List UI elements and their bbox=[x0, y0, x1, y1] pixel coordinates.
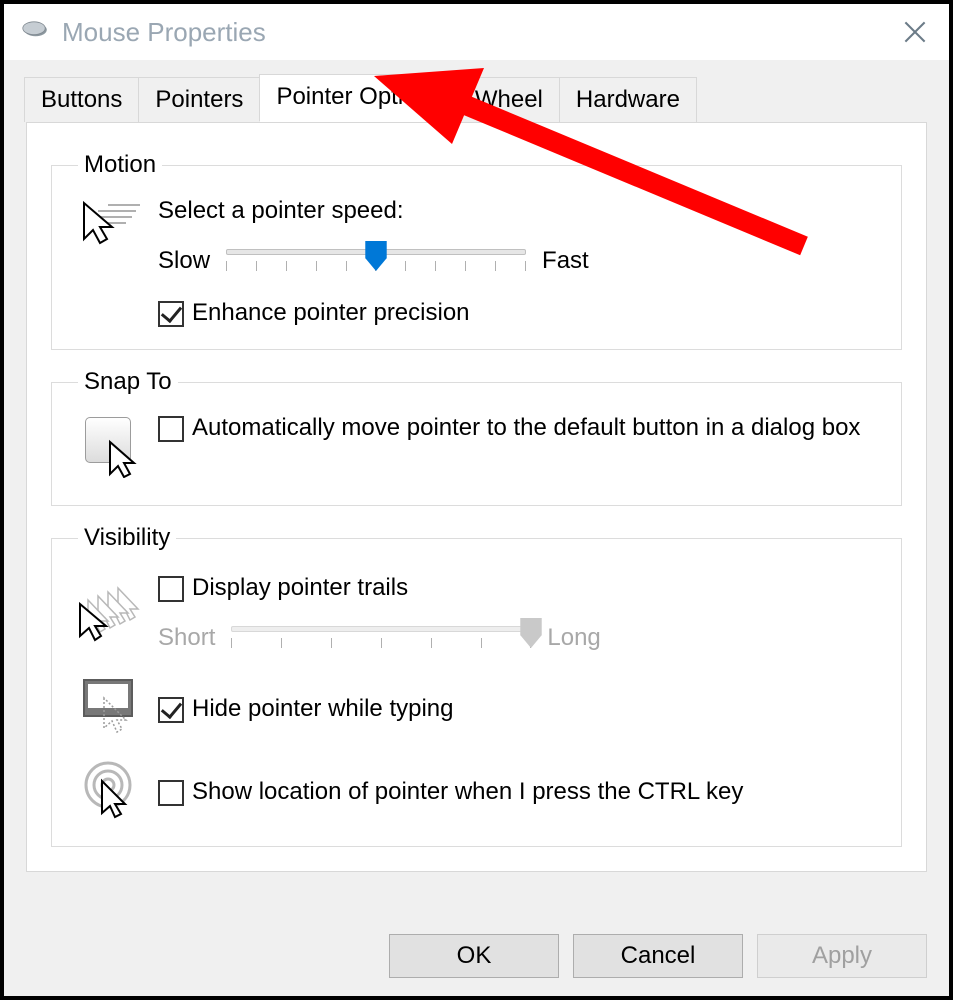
apply-button: Apply bbox=[757, 934, 927, 978]
display-trails-checkbox[interactable] bbox=[158, 576, 184, 602]
tab-buttons[interactable]: Buttons bbox=[24, 77, 139, 122]
snapto-icon bbox=[82, 414, 146, 483]
tab-pointer-options[interactable]: Pointer Options bbox=[259, 74, 458, 122]
button-bar: OK Cancel Apply bbox=[4, 916, 949, 996]
group-snap-to-legend: Snap To bbox=[78, 368, 178, 396]
snapto-checkbox[interactable] bbox=[158, 416, 184, 442]
speed-slow-label: Slow bbox=[158, 247, 210, 275]
hide-typing-checkbox[interactable] bbox=[158, 697, 184, 723]
group-visibility: Visibility bbox=[51, 524, 902, 847]
group-visibility-legend: Visibility bbox=[78, 524, 176, 552]
pointer-speed-label: Select a pointer speed: bbox=[158, 197, 883, 225]
enhance-precision-label: Enhance pointer precision bbox=[192, 299, 470, 327]
pointer-speed-slider[interactable] bbox=[226, 241, 526, 281]
motion-cursor-icon bbox=[78, 197, 150, 252]
close-button[interactable] bbox=[895, 12, 935, 52]
cancel-button[interactable]: Cancel bbox=[573, 934, 743, 978]
group-motion: Motion bbox=[51, 151, 902, 350]
ok-button[interactable]: OK bbox=[389, 934, 559, 978]
window-title: Mouse Properties bbox=[62, 17, 266, 48]
pointer-trails-icon bbox=[78, 586, 150, 647]
group-snap-to: Snap To bbox=[51, 368, 902, 506]
tab-strip: Buttons Pointers Pointer Options Wheel H… bbox=[24, 74, 927, 122]
tab-pointers[interactable]: Pointers bbox=[138, 77, 260, 122]
tab-hardware[interactable]: Hardware bbox=[559, 77, 697, 122]
close-icon bbox=[904, 21, 926, 43]
tab-wheel[interactable]: Wheel bbox=[458, 77, 560, 122]
snapto-label: Automatically move pointer to the defaul… bbox=[192, 414, 860, 442]
hide-typing-label: Hide pointer while typing bbox=[192, 695, 453, 723]
mouse-properties-dialog: Mouse Properties Buttons Pointers Pointe… bbox=[0, 0, 953, 1000]
trails-short-label: Short bbox=[158, 624, 215, 652]
dialog-body: Buttons Pointers Pointer Options Wheel H… bbox=[4, 60, 949, 916]
group-motion-legend: Motion bbox=[78, 151, 162, 179]
enhance-precision-checkbox[interactable] bbox=[158, 301, 184, 327]
trails-long-label: Long bbox=[547, 624, 600, 652]
mouse-icon bbox=[18, 17, 50, 48]
display-trails-label: Display pointer trails bbox=[192, 574, 408, 602]
hide-typing-icon bbox=[82, 678, 146, 739]
trails-length-slider bbox=[231, 618, 531, 658]
tab-panel-pointer-options: Motion bbox=[26, 122, 927, 872]
show-location-icon bbox=[82, 759, 146, 824]
show-location-label: Show location of pointer when I press th… bbox=[192, 778, 743, 806]
show-location-checkbox[interactable] bbox=[158, 780, 184, 806]
title-bar: Mouse Properties bbox=[4, 4, 949, 60]
speed-fast-label: Fast bbox=[542, 247, 589, 275]
